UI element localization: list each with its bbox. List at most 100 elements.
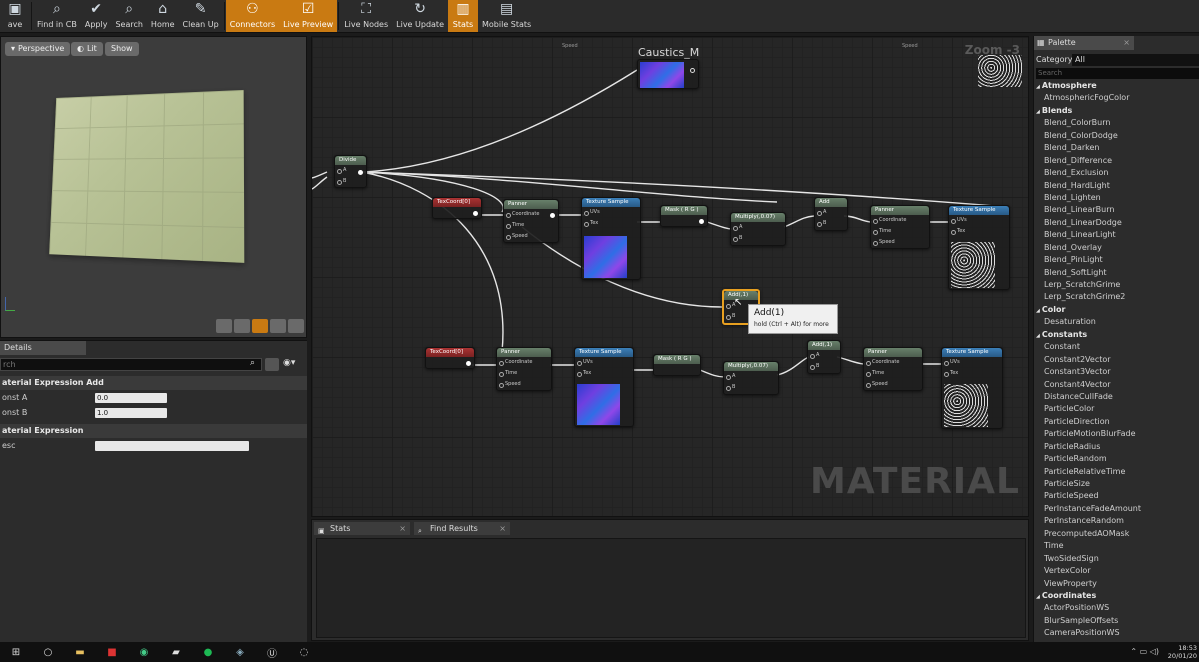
palette-item[interactable]: AtmosphericFogColor	[1034, 92, 1199, 104]
eye-icon[interactable]: ◉▾	[283, 358, 303, 371]
system-tray-icons[interactable]: ⌃ ▭ ◁)	[1130, 647, 1159, 656]
close-icon[interactable]: ×	[1123, 36, 1130, 50]
palette-item[interactable]: PerInstanceFadeAmount	[1034, 503, 1199, 515]
toolbar-button-find-in-cb[interactable]: ⌕ Find in CB	[33, 0, 81, 32]
toolbar-button-search[interactable]: ⌕ Search	[111, 0, 146, 32]
node-mask-1[interactable]: Mask ( R G )	[660, 205, 708, 227]
lit-button[interactable]: ◐ Lit	[71, 42, 103, 56]
texcoord-2-output-pin[interactable]	[466, 361, 471, 366]
texcoord-1-output-pin[interactable]	[473, 211, 478, 216]
palette-item[interactable]: Blend_Darken	[1034, 142, 1199, 154]
category-select[interactable]: All	[1072, 54, 1199, 66]
windows-start-icon[interactable]: ⊞	[6, 645, 26, 659]
palette-item[interactable]: Blend_LinearDodge	[1034, 217, 1199, 229]
palette-item[interactable]: TwoSidedSign	[1034, 553, 1199, 565]
palette-item[interactable]: Constant4Vector	[1034, 379, 1199, 391]
unreal-engine-icon[interactable]: Ⓤ	[262, 645, 282, 660]
palette-item[interactable]: CameraPositionWS	[1034, 627, 1199, 639]
palette-tab[interactable]: ▦ Palette ×	[1034, 36, 1134, 50]
epic-games-icon[interactable]: ▰	[166, 645, 186, 659]
palette-item[interactable]: Constant3Vector	[1034, 366, 1199, 378]
palette-category[interactable]: ◢ Coordinates	[1034, 590, 1199, 602]
spotify-icon[interactable]: ●	[198, 645, 218, 659]
palette-item[interactable]: Blend_HardLight	[1034, 180, 1199, 192]
show-button[interactable]: Show	[105, 42, 139, 56]
section-material-expression-add[interactable]: aterial Expression Add	[0, 376, 307, 390]
file-explorer-icon[interactable]: ▬	[70, 645, 90, 659]
palette-item[interactable]: Lerp_ScratchGrime2	[1034, 291, 1199, 303]
panner-1-output-pin[interactable]	[550, 213, 555, 218]
palette-item[interactable]: Blend_Difference	[1034, 155, 1199, 167]
const-a-input[interactable]: 0.0	[95, 393, 167, 403]
perspective-button[interactable]: ▾ Perspective	[5, 42, 71, 56]
palette-category[interactable]: ◢ Constants	[1034, 329, 1199, 341]
palette-item[interactable]: ParticleSpeed	[1034, 490, 1199, 502]
palette-item[interactable]: DistanceCullFade	[1034, 391, 1199, 403]
palette-item[interactable]: Blend_LinearLight	[1034, 229, 1199, 241]
toolbar-button-stats[interactable]: ▥ Stats	[448, 0, 478, 32]
palette-item[interactable]: ViewProperty	[1034, 578, 1199, 590]
toolbar-button-live-preview[interactable]: ☑ Live Preview	[279, 0, 338, 32]
steam-icon[interactable]: ◈	[230, 645, 250, 659]
node-panner-3[interactable]: Panner Coordinate Time Speed	[496, 347, 552, 391]
node-multiply-2[interactable]: Multiply(,0.07) A B	[723, 361, 779, 395]
palette-item[interactable]: PerInstanceRandom	[1034, 515, 1199, 527]
palette-category[interactable]: ◢ Blends	[1034, 105, 1199, 117]
search-circle-icon[interactable]: ○	[38, 645, 58, 659]
palette-item[interactable]: ActorPositionWS	[1034, 602, 1199, 614]
preview-cube-button[interactable]	[270, 319, 286, 333]
preview-viewport[interactable]: ▾ Perspective ◐ Lit Show	[0, 36, 307, 338]
divide-output-pin[interactable]	[358, 170, 363, 175]
toolbar-button-live-nodes[interactable]: ⛶ Live Nodes	[340, 0, 392, 32]
app-red-icon[interactable]: ■	[102, 645, 122, 659]
palette-item[interactable]: ParticleSize	[1034, 478, 1199, 490]
tab-find-results[interactable]: ⌕ Find Results ×	[414, 522, 510, 535]
close-icon[interactable]: ×	[399, 522, 406, 535]
palette-item[interactable]: Blend_PinLight	[1034, 254, 1199, 266]
node-panner-1[interactable]: Panner Coordinate Time Speed	[503, 199, 559, 243]
palette-category[interactable]: ◢ Atmosphere	[1034, 80, 1199, 92]
preview-cylinder-button[interactable]	[216, 319, 232, 333]
node-panner-2[interactable]: Panner Coordinate Time Speed	[870, 205, 930, 249]
output-pin[interactable]	[690, 68, 695, 73]
details-tab[interactable]: Details	[0, 341, 86, 355]
section-material-expression[interactable]: aterial Expression	[0, 424, 307, 438]
node-panner-4[interactable]: Panner Coordinate Time Speed	[863, 347, 923, 391]
app-circle-icon[interactable]: ◌	[294, 645, 314, 659]
palette-item[interactable]: ParticleDirection	[1034, 416, 1199, 428]
desc-input[interactable]	[95, 441, 249, 451]
node-texture-sample-1[interactable]: Texture Sample UVs Tex	[581, 197, 641, 280]
toolbar-button-connectors[interactable]: ⚇ Connectors	[225, 0, 280, 32]
mask-1-output-pin[interactable]	[699, 219, 704, 224]
palette-item[interactable]: Blend_Lighten	[1034, 192, 1199, 204]
palette-item[interactable]: Lerp_ScratchGrime	[1034, 279, 1199, 291]
preview-mesh-button[interactable]	[288, 319, 304, 333]
preview-sphere-button[interactable]	[234, 319, 250, 333]
palette-item[interactable]: ParticleRadius	[1034, 441, 1199, 453]
toolbar-button-ave[interactable]: ▣ ave	[0, 0, 30, 32]
close-icon[interactable]: ×	[499, 522, 506, 535]
palette-item[interactable]: ParticleMotionBlurFade	[1034, 428, 1199, 440]
grid-view-icon[interactable]	[265, 358, 279, 371]
node-texture-sample-4[interactable]: Texture Sample UVs Tex	[941, 347, 1003, 429]
palette-item[interactable]: Constant	[1034, 341, 1199, 353]
palette-item[interactable]: Time	[1034, 540, 1199, 552]
palette-item[interactable]: ParticleColor	[1034, 403, 1199, 415]
palette-item[interactable]: VertexColor	[1034, 565, 1199, 577]
node-add-2[interactable]: Add(,1) A B	[807, 340, 841, 374]
toolbar-button-live-update[interactable]: ↻ Live Update	[392, 0, 448, 32]
palette-item[interactable]: Blend_ColorDodge	[1034, 130, 1199, 142]
caustics-output-node[interactable]	[637, 59, 699, 89]
node-texture-sample-2[interactable]: Texture Sample UVs Tex	[948, 205, 1010, 290]
palette-item[interactable]: Blend_Overlay	[1034, 242, 1199, 254]
node-divide[interactable]: Divide A B	[334, 155, 367, 188]
node-mask-2[interactable]: Mask ( R G )	[653, 354, 701, 376]
palette-item[interactable]: Blend_SoftLight	[1034, 267, 1199, 279]
node-texcoord-1[interactable]: TexCoord[0]	[432, 197, 482, 219]
palette-item[interactable]: ParticleRandom	[1034, 453, 1199, 465]
details-search-input[interactable]: rch	[0, 358, 262, 371]
toolbar-button-clean-up[interactable]: ✎ Clean Up	[179, 0, 223, 32]
toolbar-button-home[interactable]: ⌂ Home	[147, 0, 179, 32]
node-add-1[interactable]: Add A B	[814, 197, 848, 231]
palette-search-input[interactable]: Search	[1036, 68, 1199, 79]
